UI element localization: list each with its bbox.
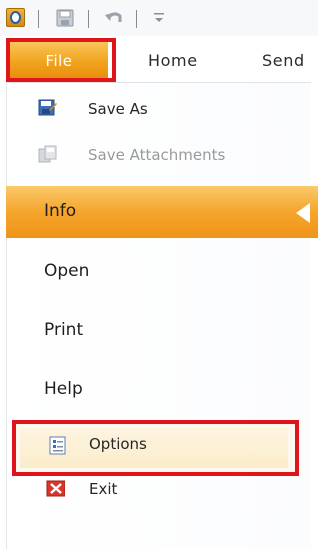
save-attachments-icon [38,145,57,163]
nav-print[interactable]: Print [44,320,83,340]
toolbar-separator [88,10,89,28]
toolbar-separator [136,10,137,28]
nav-open[interactable]: Open [44,261,89,281]
nav-info[interactable]: Info [44,201,76,221]
file-tab-highlight [6,38,116,82]
save-as-icon [38,99,57,116]
tab-home[interactable]: Home [148,51,198,70]
nav-help[interactable]: Help [44,379,83,399]
options-icon [49,436,66,455]
selection-pointer [296,203,310,223]
customize-dropdown-icon[interactable] [152,11,166,25]
quick-access-toolbar [0,0,318,36]
exit-command[interactable]: Exit [89,480,117,498]
options-label: Options [89,435,147,453]
toolbar-separator [38,10,39,28]
undo-icon[interactable] [104,10,124,26]
save-attachments-command: Save Attachments [88,146,226,164]
exit-icon [46,480,65,497]
outlook-icon[interactable] [6,8,25,27]
tab-send[interactable]: Send [262,51,305,70]
save-icon[interactable] [56,9,74,27]
save-as-command[interactable]: Save As [88,100,148,118]
